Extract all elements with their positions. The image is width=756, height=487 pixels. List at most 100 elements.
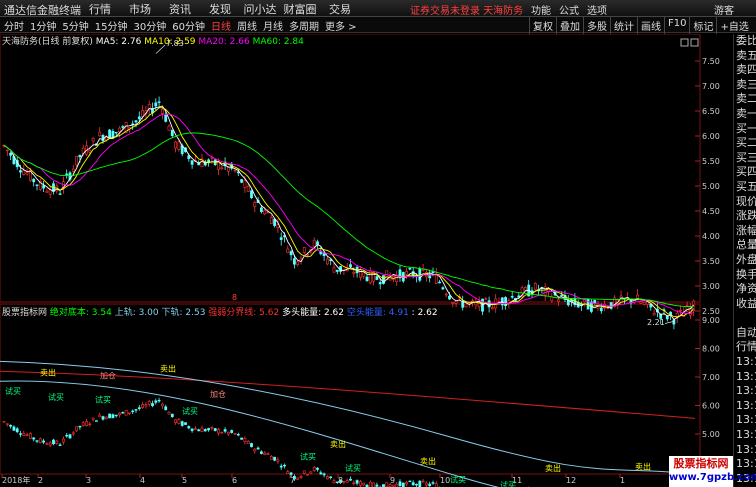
indicator-y-label: 6.00	[702, 402, 720, 411]
price-candle	[332, 267, 336, 273]
price-candle	[157, 101, 161, 103]
menu-item-market[interactable]: 市场	[120, 1, 160, 17]
tool-button[interactable]: 统计	[610, 17, 637, 34]
price-frame	[0, 34, 701, 303]
period-toolbar: 分时 1分钟 5分钟 15分钟 30分钟 60分钟 日线 周线 月线 多周期 更多 > 复权 叠加 多股…	[0, 17, 756, 34]
guest-label[interactable]: 游客	[714, 2, 734, 17]
indicator-candle	[187, 426, 191, 429]
price-candle	[652, 313, 656, 316]
indicator-candle	[134, 409, 138, 411]
period-tab[interactable]: 月线	[263, 18, 283, 33]
indicator-candle	[91, 417, 95, 420]
indicator-y-label: 9.00	[702, 316, 720, 325]
price-candle	[259, 207, 263, 212]
menu-item-news[interactable]: 资讯	[160, 1, 200, 17]
indicator-candle	[88, 423, 92, 426]
menu-item-discover[interactable]: 发现	[200, 1, 240, 17]
main-menu: 行情 市场 资讯 发现 问小达 财富圈 交易	[80, 1, 360, 17]
period-tab[interactable]: 更多 >	[325, 18, 357, 33]
indicator-legend-item: 多头能量: 2.62	[279, 308, 345, 318]
period-tab[interactable]: 分时	[4, 18, 24, 33]
menu-item-trade[interactable]: 交易	[320, 1, 360, 17]
menu-item-quotes[interactable]: 行情	[80, 1, 120, 17]
price-y-label: 7.50	[702, 57, 720, 66]
indicator-candle	[78, 425, 82, 428]
indicator-candle	[45, 443, 49, 445]
signal-tag: 卖出	[635, 462, 651, 472]
indicator-candle	[190, 428, 194, 431]
price-candle	[25, 172, 29, 175]
side-panel-row: 买四	[736, 165, 756, 179]
period-tab[interactable]: 周线	[237, 18, 257, 33]
indicator-candle	[421, 480, 425, 483]
indicator-candle	[283, 464, 286, 467]
tool-button[interactable]: 画线	[637, 17, 664, 34]
indicator-candle	[197, 429, 201, 432]
kline-chart[interactable]: 7.50 7.00 6.50 6.00 5.50 5.00 4.50 4.00 3.50 3.00…	[0, 34, 733, 487]
indicator-candle	[203, 429, 207, 432]
price-candle	[170, 129, 174, 136]
indicator-candle	[401, 482, 405, 487]
side-panel-row: 净资	[736, 282, 756, 296]
indicator-candle	[42, 440, 46, 443]
indicator-candle	[167, 411, 171, 415]
price-candle	[154, 102, 158, 107]
x-axis-label: 2	[38, 476, 43, 485]
menu-item-formula[interactable]: 公式	[559, 2, 579, 17]
price-candle	[365, 276, 369, 281]
indicator-candle	[101, 416, 105, 420]
tool-button[interactable]: F10	[664, 17, 689, 34]
indicator-candle	[223, 429, 227, 432]
period-tab[interactable]: 1分钟	[30, 18, 56, 33]
period-tab[interactable]: 30分钟	[133, 18, 166, 33]
indicator-candle	[312, 467, 316, 471]
indicator-candle	[81, 422, 85, 426]
x-axis-label: 10	[440, 476, 450, 485]
period-tab[interactable]: 日线	[211, 18, 231, 33]
indicator-candle	[227, 431, 230, 435]
indicator-candle	[391, 484, 395, 487]
indicator-candle	[118, 412, 121, 416]
side-panel-row: 自动	[736, 325, 756, 339]
indicator-candle	[273, 456, 277, 461]
side-panel-row: 换手	[736, 267, 756, 281]
title-bar: 通达信金融终端 行情 市场 资讯 发现 问小达 财富圈 交易 证券交易未登录 天…	[0, 0, 756, 17]
indicator-candle	[342, 481, 346, 483]
indicator-candle	[269, 456, 273, 460]
tool-button[interactable]: 叠加	[556, 17, 583, 34]
x-axis-label: 5	[182, 476, 187, 485]
indicator-candle	[236, 433, 240, 436]
period-tab[interactable]: 5分钟	[62, 18, 88, 33]
indicator-candle	[128, 412, 131, 414]
tool-button[interactable]: 复权	[529, 17, 556, 34]
indicator-candle	[52, 439, 55, 445]
menu-item-options[interactable]: 选项	[587, 2, 607, 17]
chart-tools: 复权 叠加 多股 统计 画线 F10 标记 +自选	[529, 17, 752, 34]
x-axis-label: 2018年	[2, 475, 30, 485]
x-marker: 8	[232, 293, 237, 302]
menu-item-ask[interactable]: 问小达	[240, 1, 280, 17]
indicator-candle	[184, 422, 187, 425]
price-candle	[533, 283, 537, 290]
period-tab[interactable]: 多周期	[289, 18, 319, 33]
price-candle	[448, 295, 451, 300]
price-candle	[233, 169, 237, 172]
menu-item-function[interactable]: 功能	[531, 2, 551, 17]
indicator-candle	[217, 429, 220, 434]
indicator-candle	[161, 403, 164, 407]
signal-tag: 试买	[345, 463, 361, 473]
side-panel-row: 买二	[736, 136, 756, 150]
ma-legend-item: MA60: 2.84	[249, 37, 304, 47]
period-tab[interactable]: 60分钟	[172, 18, 205, 33]
price-candle	[58, 193, 62, 195]
side-panel-row: 总量	[736, 238, 756, 252]
menu-item-wealth[interactable]: 财富圈	[280, 1, 320, 17]
price-candle	[312, 239, 316, 247]
period-tab[interactable]: 15分钟	[95, 18, 128, 33]
indicator-candle	[15, 428, 19, 433]
tool-button[interactable]: +自选	[716, 17, 751, 34]
indicator-candle	[9, 424, 13, 427]
price-candle	[484, 298, 488, 300]
tool-button[interactable]: 多股	[583, 17, 610, 34]
tool-button[interactable]: 标记	[689, 17, 716, 34]
